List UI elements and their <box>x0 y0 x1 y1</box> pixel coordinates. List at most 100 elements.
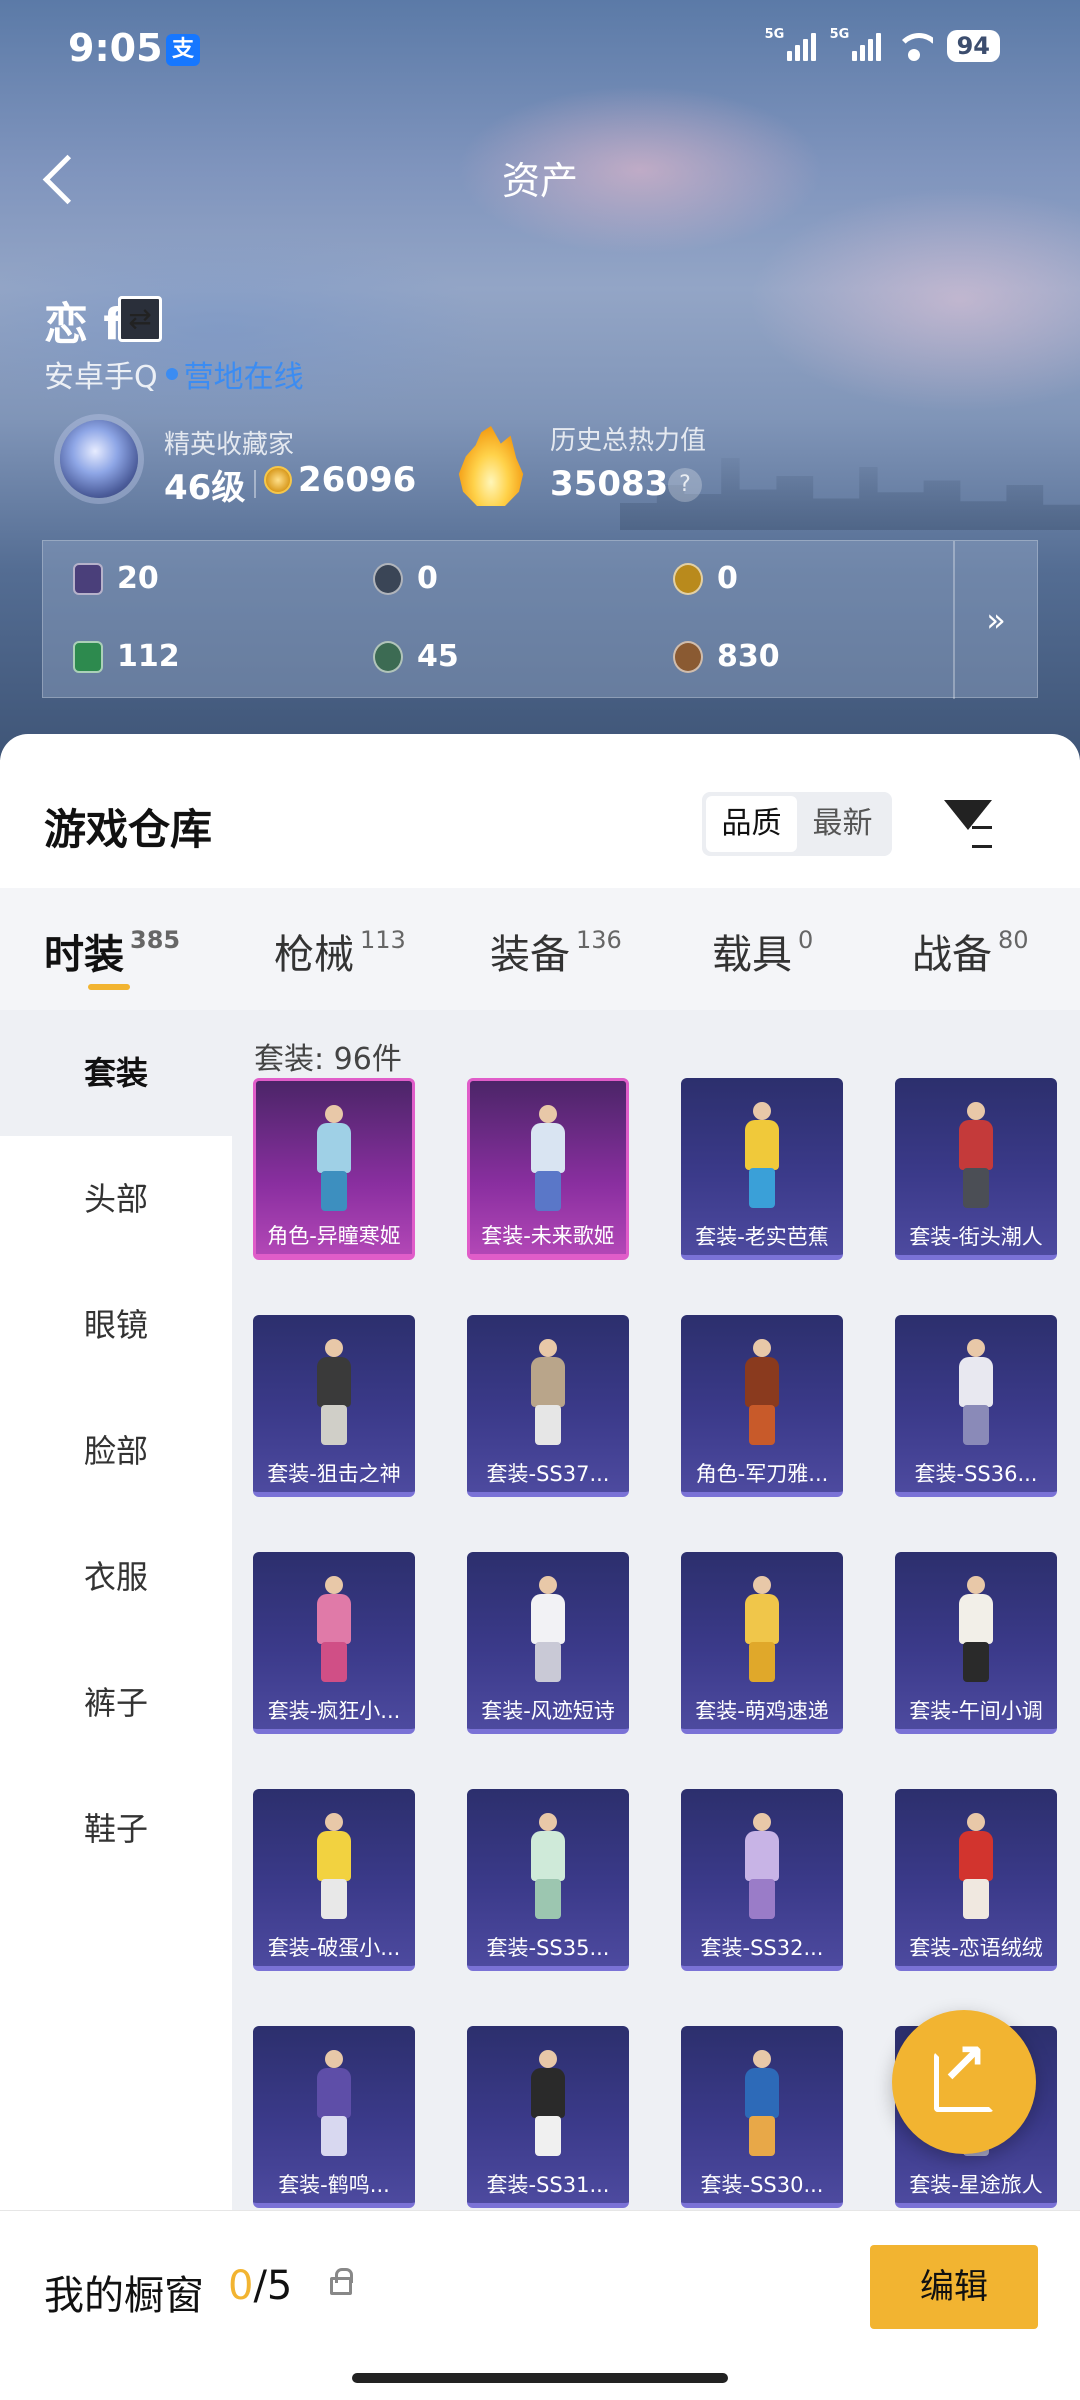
item-card[interactable]: 套装-街头潮人 <box>895 1078 1057 1260</box>
tab-fashion[interactable]: 时装 385 <box>44 922 181 990</box>
outfit-figure-icon <box>933 1102 1019 1214</box>
stat-value: 112 <box>117 639 180 674</box>
outfit-figure-icon <box>933 1576 1019 1688</box>
outfit-figure-icon <box>933 1339 1019 1451</box>
status-bar: 9:05 支 5G 5G 94 <box>0 0 1080 100</box>
item-card[interactable]: 套装-未来歌姬 <box>467 1078 629 1260</box>
sidebar-item-pants[interactable]: 裤子 <box>0 1640 232 1766</box>
sidebar-item-glasses[interactable]: 眼镜 <box>0 1262 232 1388</box>
item-label: 套装-SS30... <box>700 2173 824 2197</box>
tab-guns[interactable]: 枪械 113 <box>274 922 406 980</box>
item-label: 套装-鹤鸣... <box>278 2173 390 2197</box>
item-card[interactable]: 套装-午间小调 <box>895 1552 1057 1734</box>
item-label: 套装-恋语绒绒 <box>909 1936 1043 1960</box>
share-button[interactable] <box>892 2010 1036 2154</box>
sidebar-item-clothes[interactable]: 衣服 <box>0 1514 232 1640</box>
sort-quality-button[interactable]: 品质 <box>706 796 797 852</box>
sort-newest-button[interactable]: 最新 <box>797 796 888 852</box>
collector-level: 46级 <box>164 468 246 508</box>
collector-badge-icon <box>60 420 138 498</box>
item-label: 角色-异瞳寒姬 <box>267 1224 401 1248</box>
outfit-figure-icon <box>719 1813 805 1925</box>
outfit-figure-icon <box>505 1105 591 1217</box>
item-card[interactable]: 套装-SS36... <box>895 1315 1057 1497</box>
outfit-figure-icon <box>291 1105 377 1217</box>
tab-label: 载具 <box>712 932 792 978</box>
item-card[interactable]: 套装-SS35... <box>467 1789 629 1971</box>
item-label: 套装-疯狂小... <box>267 1699 401 1723</box>
page-title: 资产 <box>501 159 578 203</box>
item-label: 套装-SS35... <box>486 1936 610 1960</box>
showcase-total: /5 <box>253 2263 293 2309</box>
item-label: 套装-SS32... <box>700 1936 824 1960</box>
item-card[interactable]: 套装-鹤鸣... <box>253 2026 415 2208</box>
tab-count: 385 <box>130 926 181 954</box>
item-label: 套装-SS36... <box>914 1462 1038 1486</box>
tab-label: 枪械 <box>274 932 354 978</box>
tab-supplies[interactable]: 战备 80 <box>912 922 1029 980</box>
gold-coin-icon <box>673 562 703 595</box>
switch-account-icon[interactable] <box>118 296 162 342</box>
edit-button[interactable]: 编辑 <box>870 2245 1038 2329</box>
sidebar-item-head[interactable]: 头部 <box>0 1136 232 1262</box>
sidebar-item-outfit[interactable]: 套装 <box>0 1010 232 1136</box>
help-icon[interactable]: ? <box>668 468 702 502</box>
tab-count: 0 <box>798 926 814 954</box>
sidebar-item-face[interactable]: 脸部 <box>0 1388 232 1514</box>
currency-stats-panel[interactable]: 20 0 0 112 45 830 » <box>42 540 1038 699</box>
card-ticket-icon <box>73 562 103 595</box>
tab-vehicles[interactable]: 载具 0 <box>712 922 813 980</box>
item-card[interactable]: 套装-SS30... <box>681 2026 843 2208</box>
user-name: 恋 f <box>44 299 123 350</box>
outfit-figure-icon <box>933 1813 1019 1925</box>
tab-label: 时装 <box>44 932 124 978</box>
signal-label-2: 5G <box>829 27 850 42</box>
item-card[interactable]: 套装-萌鸡速递 <box>681 1552 843 1734</box>
item-card[interactable]: 套装-风迹短诗 <box>467 1552 629 1734</box>
subcategory-sidebar: 套装 头部 眼镜 脸部 衣服 裤子 鞋子 <box>0 1010 232 2400</box>
item-card[interactable]: 套装-狙击之神 <box>253 1315 415 1497</box>
item-card[interactable]: 套装-SS31... <box>467 2026 629 2208</box>
item-count-title: 套装: 96件 <box>254 1042 402 1077</box>
tab-equipment[interactable]: 装备 136 <box>490 922 622 980</box>
home-indicator <box>352 2373 728 2383</box>
item-card[interactable]: 套装-恋语绒绒 <box>895 1789 1057 1971</box>
sort-toggle: 品质 最新 <box>702 792 892 856</box>
active-tab-indicator <box>88 984 130 990</box>
item-label: 角色-军刀雅... <box>695 1462 829 1486</box>
item-card[interactable]: 套装-老实芭蕉 <box>681 1078 843 1260</box>
stat-item: 20 <box>73 561 159 596</box>
heat-label: 历史总热力值 <box>550 426 707 456</box>
stat-value: 45 <box>417 639 459 674</box>
tab-label: 战备 <box>912 932 992 978</box>
item-label: 套装-破蛋小... <box>267 1936 401 1960</box>
heat-value: 35083 <box>550 464 669 504</box>
outfit-figure-icon <box>719 2050 805 2162</box>
signal-icon: 5G <box>765 27 816 61</box>
tab-count: 80 <box>998 926 1029 954</box>
item-card[interactable]: 角色-军刀雅... <box>681 1315 843 1497</box>
silver-coin-icon <box>373 562 403 595</box>
collector-label: 精英收藏家 <box>164 430 295 460</box>
green-orb-icon <box>373 640 403 673</box>
coin-value: 26096 <box>298 460 417 500</box>
showcase-current: 0 <box>228 2263 254 2309</box>
signal-icon-2: 5G <box>830 27 881 61</box>
item-card[interactable]: 套装-SS32... <box>681 1789 843 1971</box>
alipay-icon: 支 <box>166 34 200 66</box>
item-card[interactable]: 套装-破蛋小... <box>253 1789 415 1971</box>
online-status: 营地在线 <box>183 360 304 395</box>
sidebar-item-shoes[interactable]: 鞋子 <box>0 1766 232 1892</box>
item-card[interactable]: 套装-SS37... <box>467 1315 629 1497</box>
tab-count: 113 <box>360 926 406 954</box>
item-card[interactable]: 套装-疯狂小... <box>253 1552 415 1734</box>
filter-icon[interactable] <box>942 796 996 850</box>
lock-icon <box>330 2268 353 2295</box>
item-label: 套装-狙击之神 <box>267 1462 401 1486</box>
outfit-figure-icon <box>505 2050 591 2162</box>
status-time: 9:05 <box>68 26 163 70</box>
outfit-figure-icon <box>719 1339 805 1451</box>
more-stats-button[interactable]: » <box>953 541 1037 699</box>
item-card[interactable]: 角色-异瞳寒姬 <box>253 1078 415 1260</box>
battery-indicator: 94 <box>946 30 1000 62</box>
